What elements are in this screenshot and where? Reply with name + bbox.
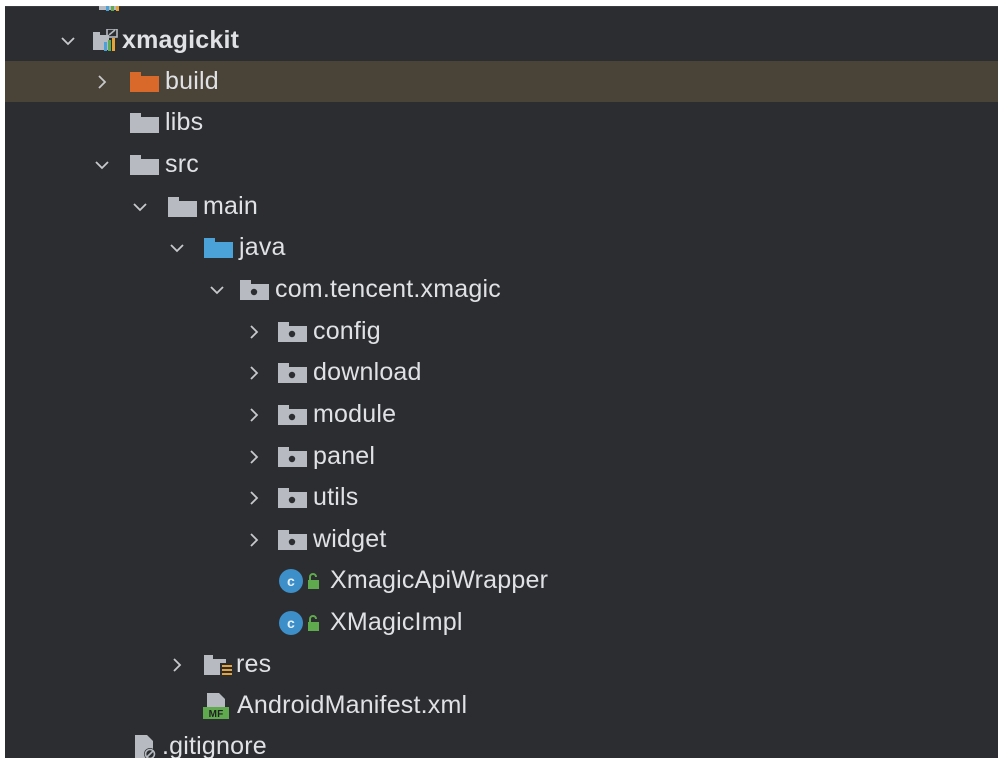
chevron-down-icon[interactable] <box>87 144 117 185</box>
tree-row-java[interactable]: java <box>5 227 998 268</box>
svg-text:c: c <box>287 573 295 589</box>
chevron-right-icon[interactable] <box>239 352 269 393</box>
package-icon <box>278 321 307 342</box>
chevron-right-icon[interactable] <box>239 477 269 518</box>
package-icon <box>278 362 307 383</box>
tree-row-com-tencent-xmagic[interactable]: com.tencent.xmagic <box>5 269 998 310</box>
folder-icon <box>130 112 159 133</box>
chevron-down-icon[interactable] <box>202 269 232 310</box>
resource-folder-icon <box>204 653 234 677</box>
chevron-down-icon[interactable] <box>53 20 83 61</box>
tree-row-main[interactable]: main <box>5 186 998 227</box>
tree-row-label: module <box>313 400 397 428</box>
gitignore-file-icon <box>132 733 160 758</box>
chevron-right-icon[interactable] <box>162 644 192 685</box>
tree-row-label: widget <box>313 525 387 553</box>
chevron-right-icon[interactable] <box>239 311 269 352</box>
tree-row-widget[interactable]: widget <box>5 519 998 560</box>
svg-text:c: c <box>287 615 295 631</box>
lock-icon <box>306 614 320 632</box>
chevron-right-icon[interactable] <box>239 436 269 477</box>
tree-row-label: AndroidManifest.xml <box>237 691 468 719</box>
tree-row-xmagicimpl[interactable]: c XMagicImpl <box>5 602 998 643</box>
tree-row-panel[interactable]: panel <box>5 436 998 477</box>
chevron-right-icon[interactable] <box>239 394 269 435</box>
tree-row-label: com.tencent.xmagic <box>275 275 501 303</box>
chevron-down-icon[interactable] <box>162 227 192 268</box>
tree-row-label: build <box>165 67 219 95</box>
tree-row-src[interactable]: src <box>5 144 998 185</box>
module-folder-icon <box>93 28 119 53</box>
tree-row-gitignore[interactable]: .gitignore <box>5 726 998 758</box>
chevron-right-icon[interactable] <box>239 519 269 560</box>
tree-row-label: .gitignore <box>162 732 267 758</box>
chevron-down-icon[interactable] <box>125 186 155 227</box>
tree-row-label: XMagicImpl <box>330 608 463 636</box>
tree-row-build[interactable]: build <box>5 61 998 102</box>
chevron-right-icon[interactable] <box>87 61 117 102</box>
package-icon <box>278 404 307 425</box>
tree-row-label: panel <box>313 442 376 470</box>
tree-row-label: XmagicApiWrapper <box>330 566 549 594</box>
package-icon <box>240 279 269 300</box>
class-icon: c <box>278 568 304 594</box>
tree-row-label: java <box>239 233 286 261</box>
tree-row-label: download <box>313 358 422 386</box>
tree-row-download[interactable]: download <box>5 352 998 393</box>
tree-row-label: utils <box>313 483 359 511</box>
tree-row-label: res <box>236 650 272 678</box>
package-icon <box>278 446 307 467</box>
tree-row-res[interactable]: res <box>5 644 998 685</box>
tree-row-label: src <box>165 150 199 178</box>
tree-row-label: libs <box>165 108 204 136</box>
tree-row-libs[interactable]: libs <box>5 102 998 143</box>
excluded-folder-icon <box>130 71 159 92</box>
source-root-folder-icon <box>204 237 233 258</box>
package-icon <box>278 487 307 508</box>
tree-row-xmagickit[interactable]: xmagickit <box>5 20 998 61</box>
tree-row-partial[interactable] <box>5 6 998 21</box>
tree-row-module[interactable]: module <box>5 394 998 435</box>
tree-row-label: xmagickit <box>122 26 240 54</box>
tree-row-label: config <box>313 317 381 345</box>
lock-icon <box>306 572 320 590</box>
folder-icon <box>168 196 197 217</box>
folder-icon <box>130 154 159 175</box>
class-icon: c <box>278 610 304 636</box>
manifest-file-icon: MF <box>203 691 233 721</box>
package-icon <box>278 529 307 550</box>
tree-row-label: main <box>203 192 258 220</box>
project-tree-panel: xmagickit build libs src main java com.t… <box>5 6 998 758</box>
tree-row-config[interactable]: config <box>5 311 998 352</box>
svg-text:MF: MF <box>209 709 224 720</box>
module-folder-icon <box>99 6 125 12</box>
tree-row-xmagicapiwrapper[interactable]: c XmagicApiWrapper <box>5 560 998 601</box>
tree-row-utils[interactable]: utils <box>5 477 998 518</box>
tree-row-androidmanifest[interactable]: MF AndroidManifest.xml <box>5 685 998 726</box>
